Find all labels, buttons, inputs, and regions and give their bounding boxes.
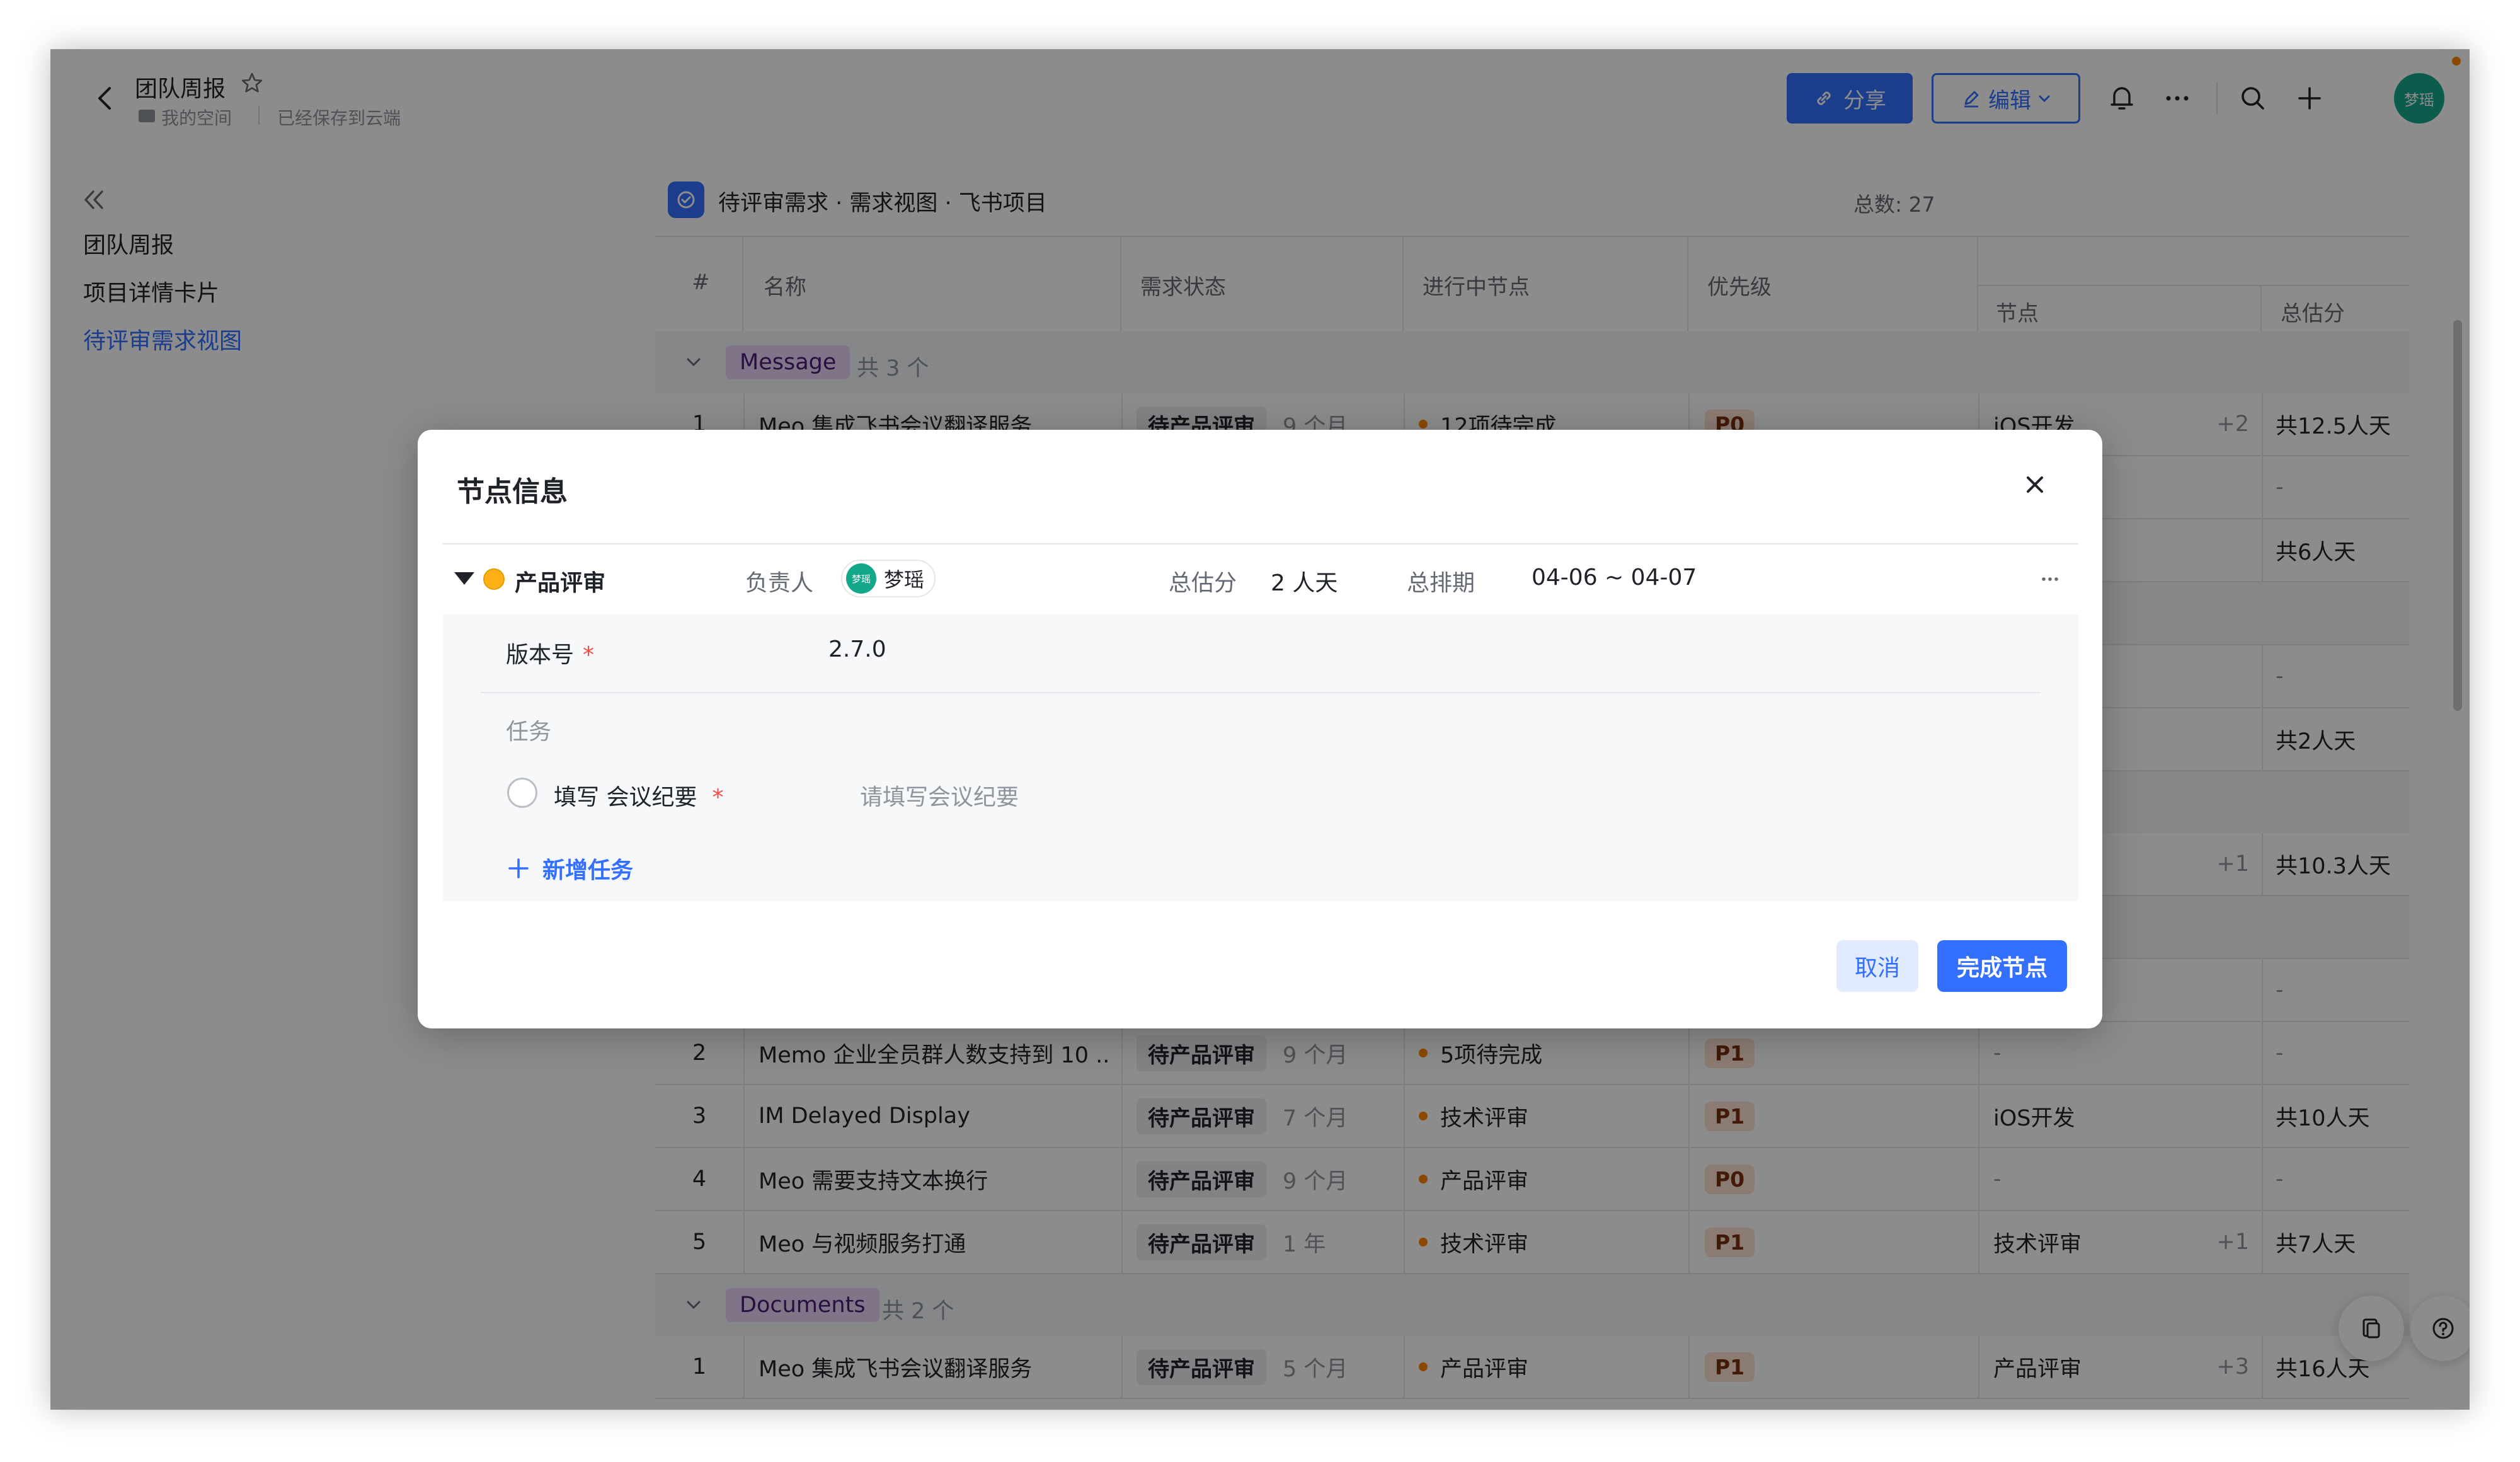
estimate-label: 总估分 bbox=[1169, 570, 1237, 596]
close-icon[interactable] bbox=[2018, 468, 2052, 502]
more-icon[interactable] bbox=[2034, 563, 2066, 595]
estimate-value[interactable]: 2 人天 bbox=[1271, 565, 1337, 597]
node-status-icon bbox=[483, 568, 505, 590]
field-divider bbox=[481, 692, 2041, 693]
node-name: 产品评审 bbox=[515, 570, 606, 596]
owner-label: 负责人 bbox=[745, 570, 814, 596]
node-info-dialog: 节点信息 产品评审 负责人 梦瑶 梦瑶 总估分 2 人天 总排期 04-06 ~… bbox=[418, 430, 2102, 1028]
owner-chip[interactable]: 梦瑶 梦瑶 bbox=[841, 560, 936, 597]
schedule-label: 总排期 bbox=[1407, 570, 1475, 596]
task-name: 填写 会议纪要 * bbox=[554, 785, 724, 810]
owner-name: 梦瑶 bbox=[884, 568, 925, 592]
node-details: 版本号 * 2.7.0 任务 填写 会议纪要 * 请填写会议纪要 新增任务 bbox=[443, 614, 2078, 901]
schedule-value[interactable]: 04-06 ~ 04-07 bbox=[1532, 565, 1697, 590]
avatar: 梦瑶 bbox=[846, 563, 876, 594]
tasks-label: 任务 bbox=[506, 719, 552, 745]
caret-down-icon[interactable] bbox=[454, 572, 474, 585]
add-task-label: 新增任务 bbox=[542, 858, 634, 884]
dialog-title: 节点信息 bbox=[457, 476, 568, 508]
node-header: 产品评审 负责人 梦瑶 梦瑶 总估分 2 人天 总排期 04-06 ~ 04-0… bbox=[443, 544, 2078, 615]
meeting-notes-input[interactable]: 请填写会议纪要 bbox=[860, 779, 1019, 812]
app-window: 团队周报 我的空间 已经保存到云端 分享 编辑 梦瑶 团队周报 项目详情卡片 待… bbox=[50, 49, 2470, 1410]
task-checkbox[interactable] bbox=[507, 778, 537, 808]
version-label: 版本号 * bbox=[506, 642, 595, 668]
required-mark: * bbox=[583, 642, 595, 668]
cancel-button[interactable]: 取消 bbox=[1836, 940, 1918, 992]
complete-node-button[interactable]: 完成节点 bbox=[1937, 940, 2067, 992]
add-task-button[interactable]: 新增任务 bbox=[506, 852, 633, 885]
required-mark: * bbox=[712, 785, 724, 810]
plus-icon bbox=[508, 858, 529, 878]
version-field[interactable]: 2.7.0 bbox=[828, 636, 886, 662]
